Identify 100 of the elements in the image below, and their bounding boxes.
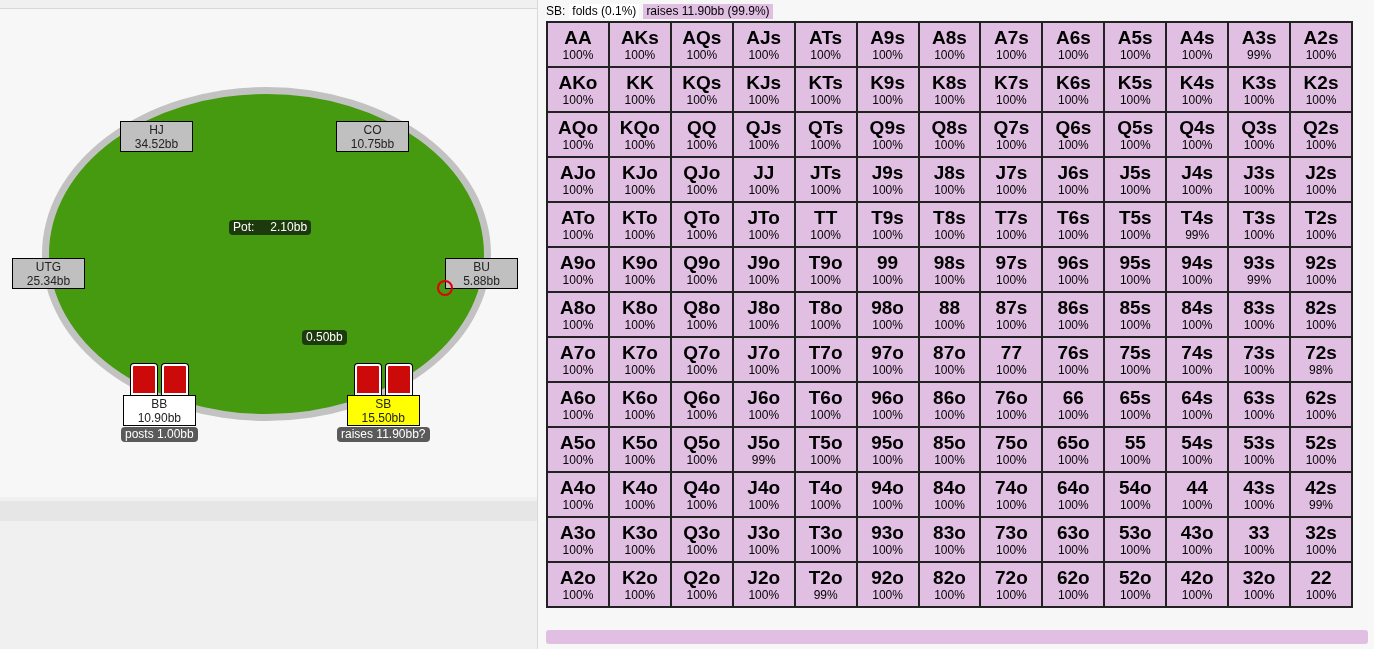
hand-cell[interactable]: 63s 100% <box>1229 383 1290 426</box>
hand-cell[interactable]: J6s 100% <box>1043 158 1104 201</box>
hand-cell[interactable]: J2s 100% <box>1291 158 1351 201</box>
hand-cell[interactable]: 92s 100% <box>1291 248 1351 291</box>
hand-cell[interactable]: 82s 100% <box>1291 293 1351 336</box>
hand-cell[interactable]: Q7o 100% <box>671 338 732 381</box>
hand-cell[interactable]: 83o 100% <box>919 518 980 561</box>
hand-cell[interactable]: KTo 100% <box>609 203 670 246</box>
hand-cell[interactable]: J8s 100% <box>919 158 980 201</box>
hand-cell[interactable]: AQo 100% <box>548 113 608 156</box>
hand-cell[interactable]: A8o 100% <box>548 293 608 336</box>
hand-cell[interactable]: K6o 100% <box>609 383 670 426</box>
hand-cell[interactable]: K9o 100% <box>609 248 670 291</box>
hand-cell[interactable]: T2s 100% <box>1291 203 1351 246</box>
hand-cell[interactable]: 64o 100% <box>1043 473 1104 516</box>
hand-cell[interactable]: 64s 100% <box>1167 383 1228 426</box>
hand-cell[interactable]: 92o 100% <box>857 563 918 606</box>
hand-cell[interactable]: KJo 100% <box>609 158 670 201</box>
hand-cell[interactable]: J8o 100% <box>733 293 794 336</box>
hand-cell[interactable]: 74s 100% <box>1167 338 1228 381</box>
hand-cell[interactable]: A4o 100% <box>548 473 608 516</box>
hand-cell[interactable]: Q2o 100% <box>671 563 732 606</box>
hand-cell[interactable]: JTo 100% <box>733 203 794 246</box>
hand-cell[interactable]: A7s 100% <box>981 23 1042 66</box>
hand-cell[interactable]: 86o 100% <box>919 383 980 426</box>
hand-cell[interactable]: 87o 100% <box>919 338 980 381</box>
hand-cell[interactable]: A6s 100% <box>1043 23 1104 66</box>
hand-cell[interactable]: 98s 100% <box>919 248 980 291</box>
hand-cell[interactable]: K2o 100% <box>609 563 670 606</box>
hand-cell[interactable]: JTs 100% <box>795 158 856 201</box>
hand-cell[interactable]: J3o 100% <box>733 518 794 561</box>
hand-cell[interactable]: ATs 100% <box>795 23 856 66</box>
hand-cell[interactable]: J4s 100% <box>1167 158 1228 201</box>
hand-cell[interactable]: K2s 100% <box>1291 68 1351 111</box>
hand-cell[interactable]: A5o 100% <box>548 428 608 471</box>
hand-cell[interactable]: J7s 100% <box>981 158 1042 201</box>
hand-cell[interactable]: A6o 100% <box>548 383 608 426</box>
hand-cell[interactable]: J9o 100% <box>733 248 794 291</box>
hand-cell[interactable]: 96s 100% <box>1043 248 1104 291</box>
hand-cell[interactable]: 22 100% <box>1291 563 1351 606</box>
hand-cell[interactable]: 42o 100% <box>1167 563 1228 606</box>
hand-cell[interactable]: QJs 100% <box>733 113 794 156</box>
hand-cell[interactable]: T4s 99% <box>1167 203 1228 246</box>
hand-cell[interactable]: T4o 100% <box>795 473 856 516</box>
hand-cell[interactable]: 73s 100% <box>1229 338 1290 381</box>
hand-cell[interactable]: K8s 100% <box>919 68 980 111</box>
hand-cell[interactable]: 95s 100% <box>1105 248 1166 291</box>
hand-cell[interactable]: 96o 100% <box>857 383 918 426</box>
hand-cell[interactable]: 42s 99% <box>1291 473 1351 516</box>
hand-cell[interactable]: 95o 100% <box>857 428 918 471</box>
hand-cell[interactable]: K9s 100% <box>857 68 918 111</box>
hand-cell[interactable]: 98o 100% <box>857 293 918 336</box>
hand-cell[interactable]: T6s 100% <box>1043 203 1104 246</box>
hand-cell[interactable]: 32o 100% <box>1229 563 1290 606</box>
action-chip[interactable]: folds (0.1%) <box>569 3 640 19</box>
hand-cell[interactable]: QJo 100% <box>671 158 732 201</box>
hand-cell[interactable]: 86s 100% <box>1043 293 1104 336</box>
hand-cell[interactable]: K4s 100% <box>1167 68 1228 111</box>
hand-cell[interactable]: 76o 100% <box>981 383 1042 426</box>
hand-cell[interactable]: T8s 100% <box>919 203 980 246</box>
hand-cell[interactable]: J4o 100% <box>733 473 794 516</box>
hand-cell[interactable]: K4o 100% <box>609 473 670 516</box>
hand-cell[interactable]: 54o 100% <box>1105 473 1166 516</box>
hand-cell[interactable]: 77 100% <box>981 338 1042 381</box>
hand-cell[interactable]: AQs 100% <box>671 23 732 66</box>
hand-cell[interactable]: 76s 100% <box>1043 338 1104 381</box>
hand-cell[interactable]: 75s 100% <box>1105 338 1166 381</box>
hand-cell[interactable]: Q3s 100% <box>1229 113 1290 156</box>
hand-cell[interactable]: AKs 100% <box>609 23 670 66</box>
hand-cell[interactable]: AKo 100% <box>548 68 608 111</box>
hand-cell[interactable]: K7o 100% <box>609 338 670 381</box>
hand-cell[interactable]: A2s 100% <box>1291 23 1351 66</box>
hand-cell[interactable]: 55 100% <box>1105 428 1166 471</box>
hand-cell[interactable]: 85o 100% <box>919 428 980 471</box>
hand-cell[interactable]: 93s 99% <box>1229 248 1290 291</box>
hand-cell[interactable]: Q3o 100% <box>671 518 732 561</box>
hand-cell[interactable]: 53s 100% <box>1229 428 1290 471</box>
hand-cell[interactable]: Q2s 100% <box>1291 113 1351 156</box>
hand-cell[interactable]: A3s 99% <box>1229 23 1290 66</box>
hand-cell[interactable]: 43o 100% <box>1167 518 1228 561</box>
hand-cell[interactable]: 54s 100% <box>1167 428 1228 471</box>
hand-cell[interactable]: Q8o 100% <box>671 293 732 336</box>
hand-cell[interactable]: JJ 100% <box>733 158 794 201</box>
hand-cell[interactable]: 97s 100% <box>981 248 1042 291</box>
hand-cell[interactable]: K3s 100% <box>1229 68 1290 111</box>
hand-cell[interactable]: 94s 100% <box>1167 248 1228 291</box>
hand-cell[interactable]: T9s 100% <box>857 203 918 246</box>
hand-cell[interactable]: QTs 100% <box>795 113 856 156</box>
hand-cell[interactable]: A2o 100% <box>548 563 608 606</box>
hand-cell[interactable]: 97o 100% <box>857 338 918 381</box>
hand-cell[interactable]: 93o 100% <box>857 518 918 561</box>
hand-cell[interactable]: 74o 100% <box>981 473 1042 516</box>
hand-cell[interactable]: 99 100% <box>857 248 918 291</box>
hand-cell[interactable]: 62o 100% <box>1043 563 1104 606</box>
hand-cell[interactable]: T3o 100% <box>795 518 856 561</box>
hand-cell[interactable]: 87s 100% <box>981 293 1042 336</box>
hand-cell[interactable]: 52o 100% <box>1105 563 1166 606</box>
hand-cell[interactable]: T9o 100% <box>795 248 856 291</box>
hand-cell[interactable]: KJs 100% <box>733 68 794 111</box>
hand-cell[interactable]: QQ 100% <box>671 113 732 156</box>
